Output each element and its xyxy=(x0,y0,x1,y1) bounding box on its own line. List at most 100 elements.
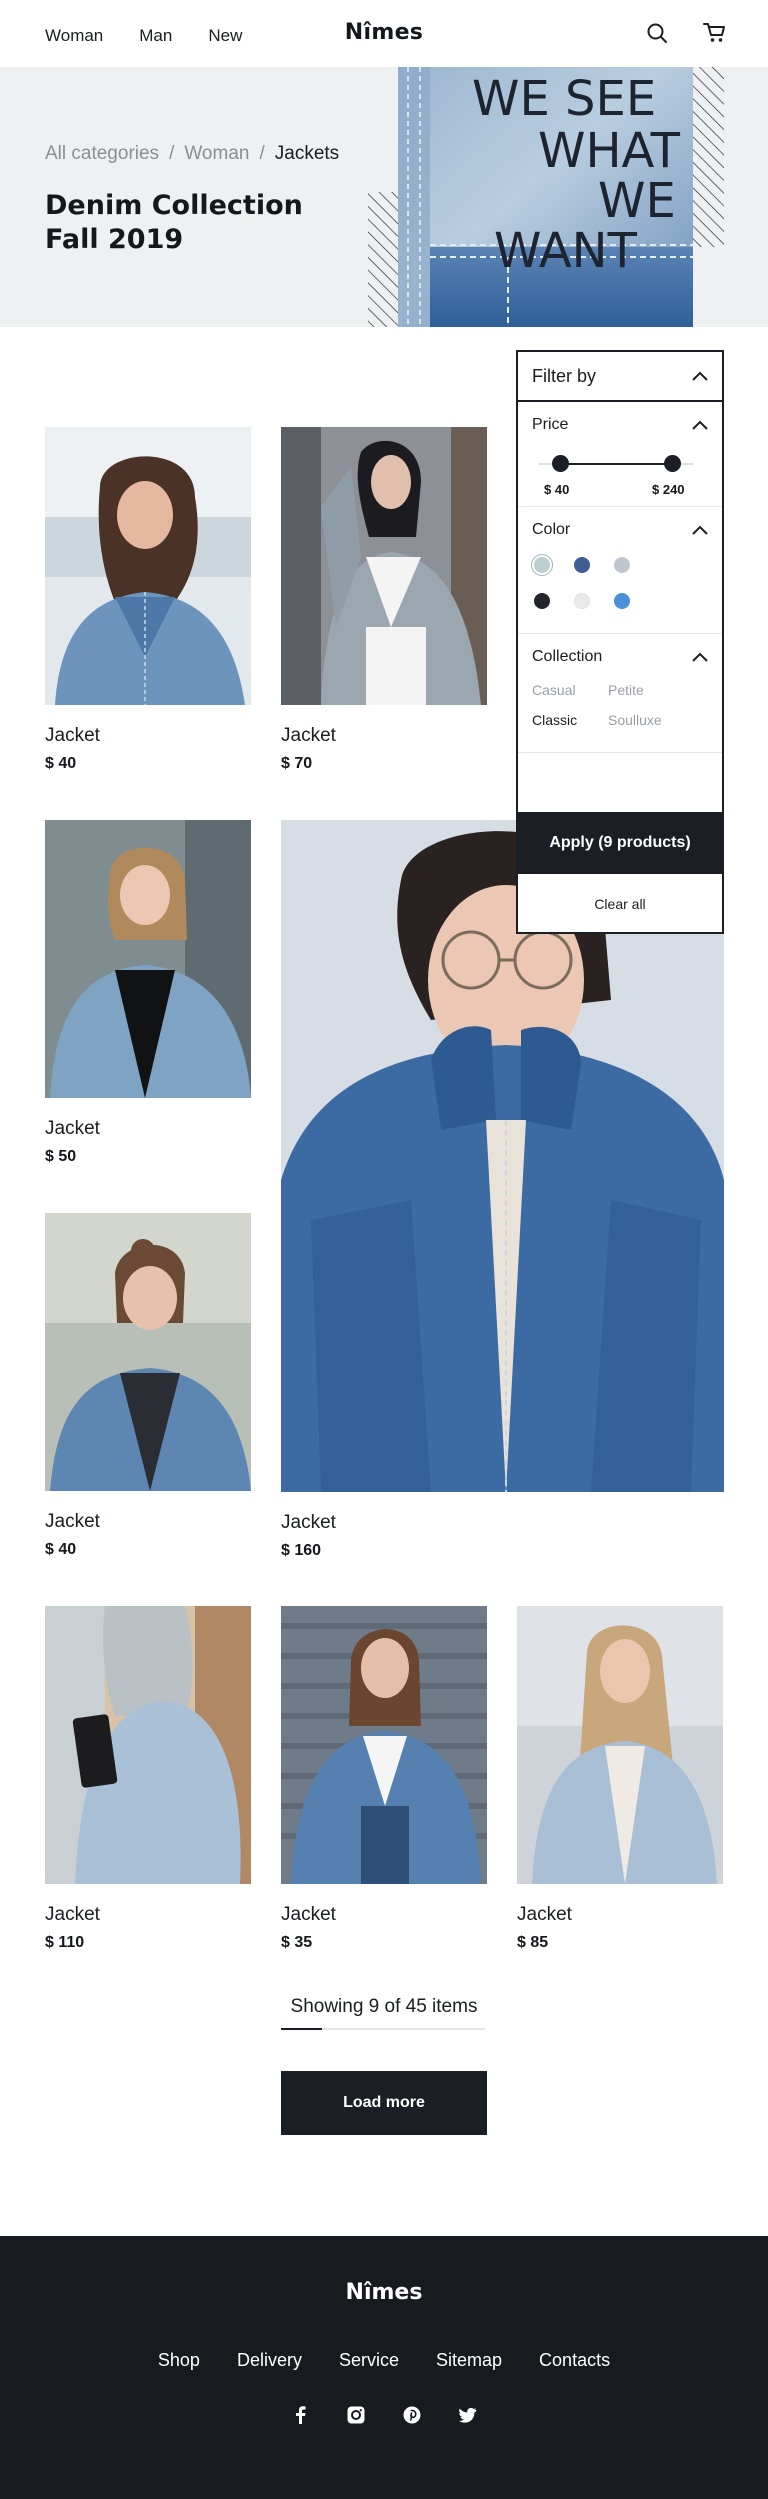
facebook-icon[interactable] xyxy=(289,2404,311,2426)
load-more-button[interactable]: Load more xyxy=(281,2071,487,2135)
breadcrumb-separator: / xyxy=(259,143,265,164)
hero-jacket-image: WE SEE WHAT WE WANT xyxy=(368,67,724,327)
product-name[interactable]: Jacket xyxy=(45,1904,100,1926)
site-header: Woman Man New Nîmes xyxy=(0,0,768,67)
collection-option[interactable]: Petite xyxy=(608,682,684,698)
search-icon[interactable] xyxy=(644,20,670,46)
filter-title: Filter by xyxy=(532,365,597,386)
footer-link-contacts[interactable]: Contacts xyxy=(539,2350,610,2371)
price-max-label: $ 240 xyxy=(652,482,685,497)
header-actions xyxy=(644,20,728,46)
product-image[interactable] xyxy=(45,427,251,705)
chevron-up-icon xyxy=(692,371,708,381)
filter-toggle[interactable]: Filter by xyxy=(518,352,722,402)
filter-section-price: Price $ 40 $ 240 xyxy=(518,402,722,507)
product-card[interactable]: Jacket $ 35 xyxy=(281,1606,487,1951)
color-swatch[interactable] xyxy=(614,557,630,573)
footer-link-sitemap[interactable]: Sitemap xyxy=(436,2350,502,2371)
product-price: $ 160 xyxy=(281,1542,322,1559)
product-price: $ 40 xyxy=(45,1541,77,1558)
cart-icon[interactable] xyxy=(702,20,728,46)
collection-option[interactable]: Casual xyxy=(532,682,608,698)
jacket-text-line: WE SEE xyxy=(472,71,656,127)
filter-section-label: Collection xyxy=(532,648,603,665)
footer-link-service[interactable]: Service xyxy=(339,2350,399,2371)
price-range-fill xyxy=(560,463,672,465)
product-card[interactable]: Jacket $ 40 xyxy=(45,1213,251,1558)
product-price: $ 40 xyxy=(45,755,77,772)
collection-option[interactable]: Soulluxe xyxy=(608,712,684,728)
pinterest-icon[interactable] xyxy=(401,2404,423,2426)
product-image[interactable] xyxy=(281,427,487,705)
site-footer: Nîmes Shop Delivery Service Sitemap Cont… xyxy=(0,2236,768,2499)
product-card[interactable]: Jacket $ 40 xyxy=(45,427,251,772)
chevron-up-icon xyxy=(692,420,708,430)
filter-section-label: Color xyxy=(532,521,571,538)
product-image[interactable] xyxy=(45,1606,251,1884)
breadcrumb: All categories / Woman / Jackets xyxy=(45,143,339,165)
collection-options: Casual Petite Classic Soulluxe xyxy=(532,680,708,752)
price-min-handle[interactable] xyxy=(552,455,569,472)
filter-section-header[interactable]: Collection xyxy=(532,634,708,680)
color-swatch[interactable] xyxy=(534,557,550,573)
breadcrumb-all-categories[interactable]: All categories xyxy=(45,143,159,165)
color-swatch[interactable] xyxy=(534,593,550,609)
jacket-text-line: WE xyxy=(598,173,676,229)
product-price: $ 70 xyxy=(281,755,313,772)
product-card[interactable]: Jacket $ 110 xyxy=(45,1606,251,1951)
filter-section-collection: Collection Casual Petite Classic Soullux… xyxy=(518,634,722,753)
product-name[interactable]: Jacket xyxy=(281,1904,336,1926)
price-min-label: $ 40 xyxy=(544,482,570,497)
filter-section-header[interactable]: Color xyxy=(532,507,708,553)
apply-filters-button[interactable]: Apply (9 products) xyxy=(516,812,724,874)
product-card[interactable]: Jacket $ 85 xyxy=(517,1606,723,1951)
footer-logo[interactable]: Nîmes xyxy=(0,2280,768,2305)
breadcrumb-current: Jackets xyxy=(274,143,340,164)
product-price: $ 50 xyxy=(45,1148,77,1165)
product-price: $ 85 xyxy=(517,1934,549,1951)
jacket-text-line: WHAT xyxy=(538,123,681,179)
breadcrumb-separator: / xyxy=(169,143,175,164)
jacket-text-line: WANT xyxy=(494,223,638,279)
social-links xyxy=(0,2404,768,2426)
footer-nav: Shop Delivery Service Sitemap Contacts xyxy=(0,2350,768,2371)
color-swatch[interactable] xyxy=(574,593,590,609)
items-progress-fill xyxy=(281,2028,322,2030)
items-count: Showing 9 of 45 items xyxy=(290,1996,478,2017)
product-name[interactable]: Jacket xyxy=(281,725,336,747)
product-name[interactable]: Jacket xyxy=(45,1118,100,1140)
product-price: $ 110 xyxy=(45,1934,85,1951)
product-image[interactable] xyxy=(45,1213,251,1491)
filter-panel: Filter by Price $ 40 $ 240 Color Collect… xyxy=(516,350,724,934)
product-image[interactable] xyxy=(517,1606,723,1884)
clear-all-button[interactable]: Clear all xyxy=(518,876,722,932)
filter-section-color: Color xyxy=(518,507,722,634)
chevron-up-icon xyxy=(692,652,708,662)
product-card[interactable]: Jacket $ 50 xyxy=(45,820,251,1165)
footer-link-delivery[interactable]: Delivery xyxy=(237,2350,302,2371)
filter-section-label: Price xyxy=(532,416,569,433)
product-name[interactable]: Jacket xyxy=(281,1512,336,1534)
product-image[interactable] xyxy=(45,820,251,1098)
page-title: Denim Collection Fall 2019 xyxy=(45,190,303,255)
product-card[interactable]: Jacket $ 70 xyxy=(281,427,487,772)
color-swatches xyxy=(532,553,708,633)
price-range-slider[interactable]: $ 40 $ 240 xyxy=(532,448,708,506)
product-image[interactable] xyxy=(281,1606,487,1884)
price-max-handle[interactable] xyxy=(664,455,681,472)
filter-section-header[interactable]: Price xyxy=(532,402,708,448)
chevron-up-icon xyxy=(692,525,708,535)
product-price: $ 35 xyxy=(281,1934,313,1951)
footer-link-shop[interactable]: Shop xyxy=(158,2350,200,2371)
instagram-icon[interactable] xyxy=(345,2404,367,2426)
product-name[interactable]: Jacket xyxy=(45,1511,100,1533)
product-name[interactable]: Jacket xyxy=(517,1904,572,1926)
color-swatch[interactable] xyxy=(614,593,630,609)
breadcrumb-woman[interactable]: Woman xyxy=(184,143,249,165)
hero-banner: All categories / Woman / Jackets Denim C… xyxy=(0,67,768,327)
twitter-icon[interactable] xyxy=(457,2404,479,2426)
items-progress-bar xyxy=(281,2028,485,2030)
product-name[interactable]: Jacket xyxy=(45,725,100,747)
color-swatch[interactable] xyxy=(574,557,590,573)
collection-option-selected[interactable]: Classic xyxy=(532,712,608,728)
